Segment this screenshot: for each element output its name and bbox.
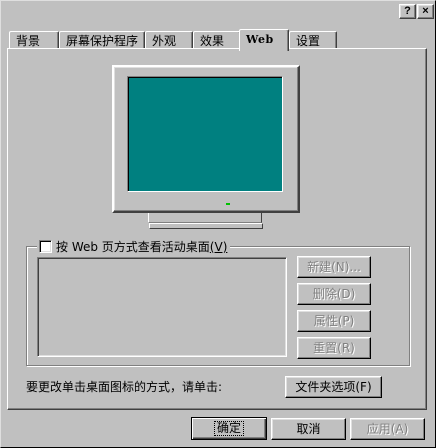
monitor-screen	[127, 76, 283, 192]
reset-button[interactable]: 重置(R)	[297, 337, 371, 359]
display-properties-dialog: ? × 背景 屏幕保护程序 外观 效果 Web 设置 按 Web 页方式查看活动…	[0, 0, 436, 448]
apply-button[interactable]: 应用(A)	[350, 418, 425, 440]
delete-item-button[interactable]: 删除(D)	[297, 283, 371, 305]
active-desktop-label: 按 Web 页方式查看活动桌面	[56, 240, 210, 254]
active-desktop-group: 按 Web 页方式查看活动桌面 (V) 新建(N)... 删除(D) 属性(P) …	[26, 239, 410, 366]
monitor-stand-neck	[148, 213, 262, 223]
ok-button-label: 确定	[213, 421, 245, 436]
folder-options-prompt: 要更改单击桌面图标的方式，请单击:	[26, 380, 223, 394]
power-led-icon	[226, 203, 230, 205]
tab-label: 设置	[296, 34, 321, 48]
tab-web[interactable]: Web	[239, 29, 289, 51]
tab-label: 效果	[200, 34, 225, 48]
properties-button[interactable]: 属性(P)	[297, 310, 371, 332]
active-desktop-hotkey: (V)	[209, 239, 228, 254]
cancel-button[interactable]: 取消	[271, 418, 346, 440]
tab-label: 背景	[16, 34, 41, 48]
close-button[interactable]: ×	[417, 4, 434, 19]
tab-settings[interactable]: 设置	[289, 31, 337, 49]
desktop-items-list[interactable]	[37, 257, 287, 357]
tab-label: 屏幕保护程序	[66, 34, 139, 48]
new-item-button[interactable]: 新建(N)...	[297, 256, 371, 278]
web-tab-panel: 按 Web 页方式查看活动桌面 (V) 新建(N)... 删除(D) 属性(P) …	[7, 48, 427, 410]
ok-button[interactable]: 确定	[191, 417, 267, 440]
monitor-preview	[112, 65, 300, 213]
help-button[interactable]: ?	[399, 4, 416, 19]
active-desktop-checkbox-row[interactable]: 按 Web 页方式查看活动桌面 (V)	[37, 239, 231, 254]
active-desktop-checkbox[interactable]	[39, 240, 52, 253]
tab-background[interactable]: 背景	[9, 31, 59, 49]
tab-screensaver[interactable]: 屏幕保护程序	[59, 31, 145, 49]
tab-appearance[interactable]: 外观	[145, 31, 193, 49]
tab-label: 外观	[152, 34, 177, 48]
folder-options-button[interactable]: 文件夹选项(F)	[285, 376, 382, 398]
tab-effects[interactable]: 效果	[193, 31, 241, 49]
monitor-stand-base	[149, 223, 263, 229]
tab-label: Web	[246, 33, 274, 46]
